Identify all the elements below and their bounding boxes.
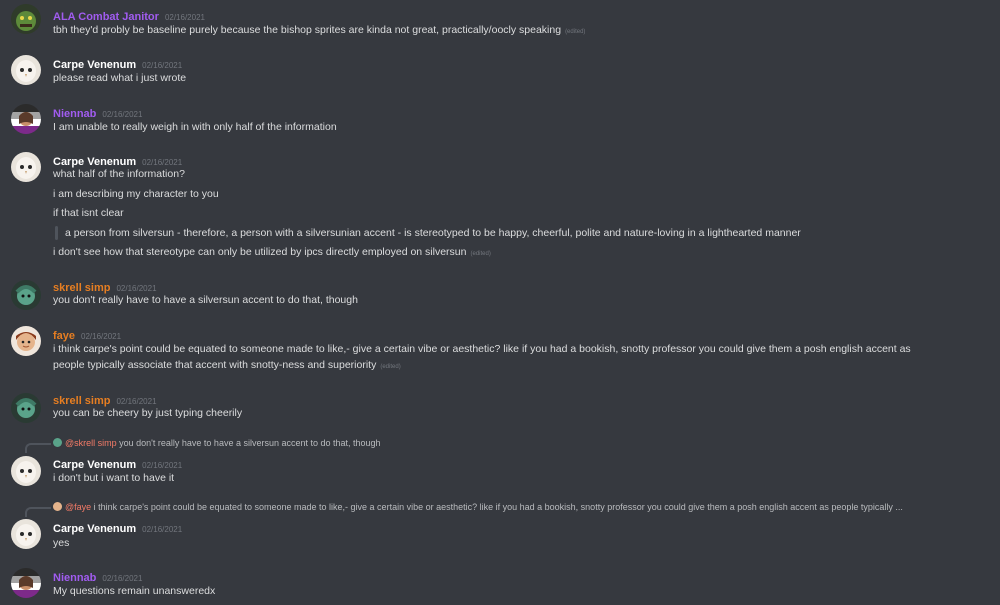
faye-avatar[interactable] xyxy=(11,326,41,356)
timestamp: 02/16/2021 xyxy=(81,332,122,341)
reply-connector xyxy=(25,443,51,453)
edited-label: (edited) xyxy=(380,364,401,370)
reply-avatar xyxy=(53,438,62,447)
reply-connector xyxy=(25,507,51,517)
username[interactable]: ALA Combat Janitor xyxy=(53,11,159,23)
message-text: you can be cheery by just typing cheeril… xyxy=(53,407,243,419)
message-header: ALA Combat Janitor 02/16/2021 xyxy=(53,7,205,23)
timestamp: 02/16/2021 xyxy=(142,525,183,534)
message-header: Carpe Venenum 02/16/2021 xyxy=(53,455,182,471)
timestamp: 02/16/2021 xyxy=(116,284,157,293)
message-text: you don't really have to have a silversu… xyxy=(53,294,358,306)
message-header: faye 02/16/2021 xyxy=(53,326,121,342)
pride-flag-avatar[interactable] xyxy=(11,568,41,598)
barn-owl-avatar[interactable] xyxy=(11,456,41,486)
timestamp: 02/16/2021 xyxy=(164,13,205,22)
username[interactable]: Carpe Venenum xyxy=(53,459,136,471)
reply-preview[interactable]: @skrell simp you don't really have to ha… xyxy=(53,438,381,450)
barn-owl-avatar[interactable] xyxy=(11,519,41,549)
message-header: skrell simp 02/16/2021 xyxy=(53,391,157,407)
username[interactable]: Niennab xyxy=(53,572,96,584)
message-text: i don't see how that stereotype can only… xyxy=(53,246,491,258)
username[interactable]: faye xyxy=(53,330,75,342)
barn-owl-avatar[interactable] xyxy=(11,152,41,182)
blockquote-bar xyxy=(55,226,58,240)
message-header: Carpe Venenum 02/16/2021 xyxy=(53,519,182,535)
reply-text: you don't really have to have a silversu… xyxy=(119,438,381,448)
skrell-avatar[interactable] xyxy=(11,393,41,423)
timestamp: 02/16/2021 xyxy=(102,574,143,583)
message-text: please read what i just wrote xyxy=(53,72,187,84)
barn-owl-avatar[interactable] xyxy=(11,55,41,85)
edited-label: (edited) xyxy=(470,251,491,257)
message-text: i don't but i want to have it xyxy=(53,472,175,484)
reply-avatar xyxy=(53,502,62,511)
message-text: people typically associate that accent w… xyxy=(53,359,401,371)
username[interactable]: Carpe Venenum xyxy=(53,523,136,535)
message-text: i am describing my character to you xyxy=(53,188,219,200)
message-header: Carpe Venenum 02/16/2021 xyxy=(53,55,182,71)
reply-text: i think carpe's point could be equated t… xyxy=(93,502,903,512)
message-text: tbh they'd probly be baseline purely bec… xyxy=(53,24,586,36)
message-text: if that isnt clear xyxy=(53,207,124,219)
message-text: what half of the information? xyxy=(53,168,185,180)
message-text: i think carpe's point could be equated t… xyxy=(53,343,911,355)
reply-mention[interactable]: @faye xyxy=(65,502,91,512)
reply-preview[interactable]: @faye i think carpe's point could be equ… xyxy=(53,502,903,514)
skrell-avatar[interactable] xyxy=(11,280,41,310)
timestamp: 02/16/2021 xyxy=(142,461,183,470)
timestamp: 02/16/2021 xyxy=(142,61,183,70)
message-text: I am unable to really weigh in with only… xyxy=(53,121,337,133)
username[interactable]: Niennab xyxy=(53,108,96,120)
timestamp: 02/16/2021 xyxy=(116,397,157,406)
timestamp: 02/16/2021 xyxy=(102,110,143,119)
message-header: Niennab 02/16/2021 xyxy=(53,568,142,584)
timestamp: 02/16/2021 xyxy=(142,158,183,167)
message-header: Niennab 02/16/2021 xyxy=(53,104,142,120)
username[interactable]: Carpe Venenum xyxy=(53,59,136,71)
message-text: My questions remain unansweredx xyxy=(53,585,216,597)
message-text: yes xyxy=(53,537,70,549)
edited-label: (edited) xyxy=(565,29,586,35)
pride-flag-avatar[interactable] xyxy=(11,104,41,134)
blockquote-text: a person from silversun - therefore, a p… xyxy=(65,227,801,239)
green-creature-avatar[interactable] xyxy=(11,4,41,34)
reply-mention[interactable]: @skrell simp xyxy=(65,438,117,448)
message-header: Carpe Venenum 02/16/2021 xyxy=(53,152,182,168)
message-header: skrell simp 02/16/2021 xyxy=(53,278,157,294)
